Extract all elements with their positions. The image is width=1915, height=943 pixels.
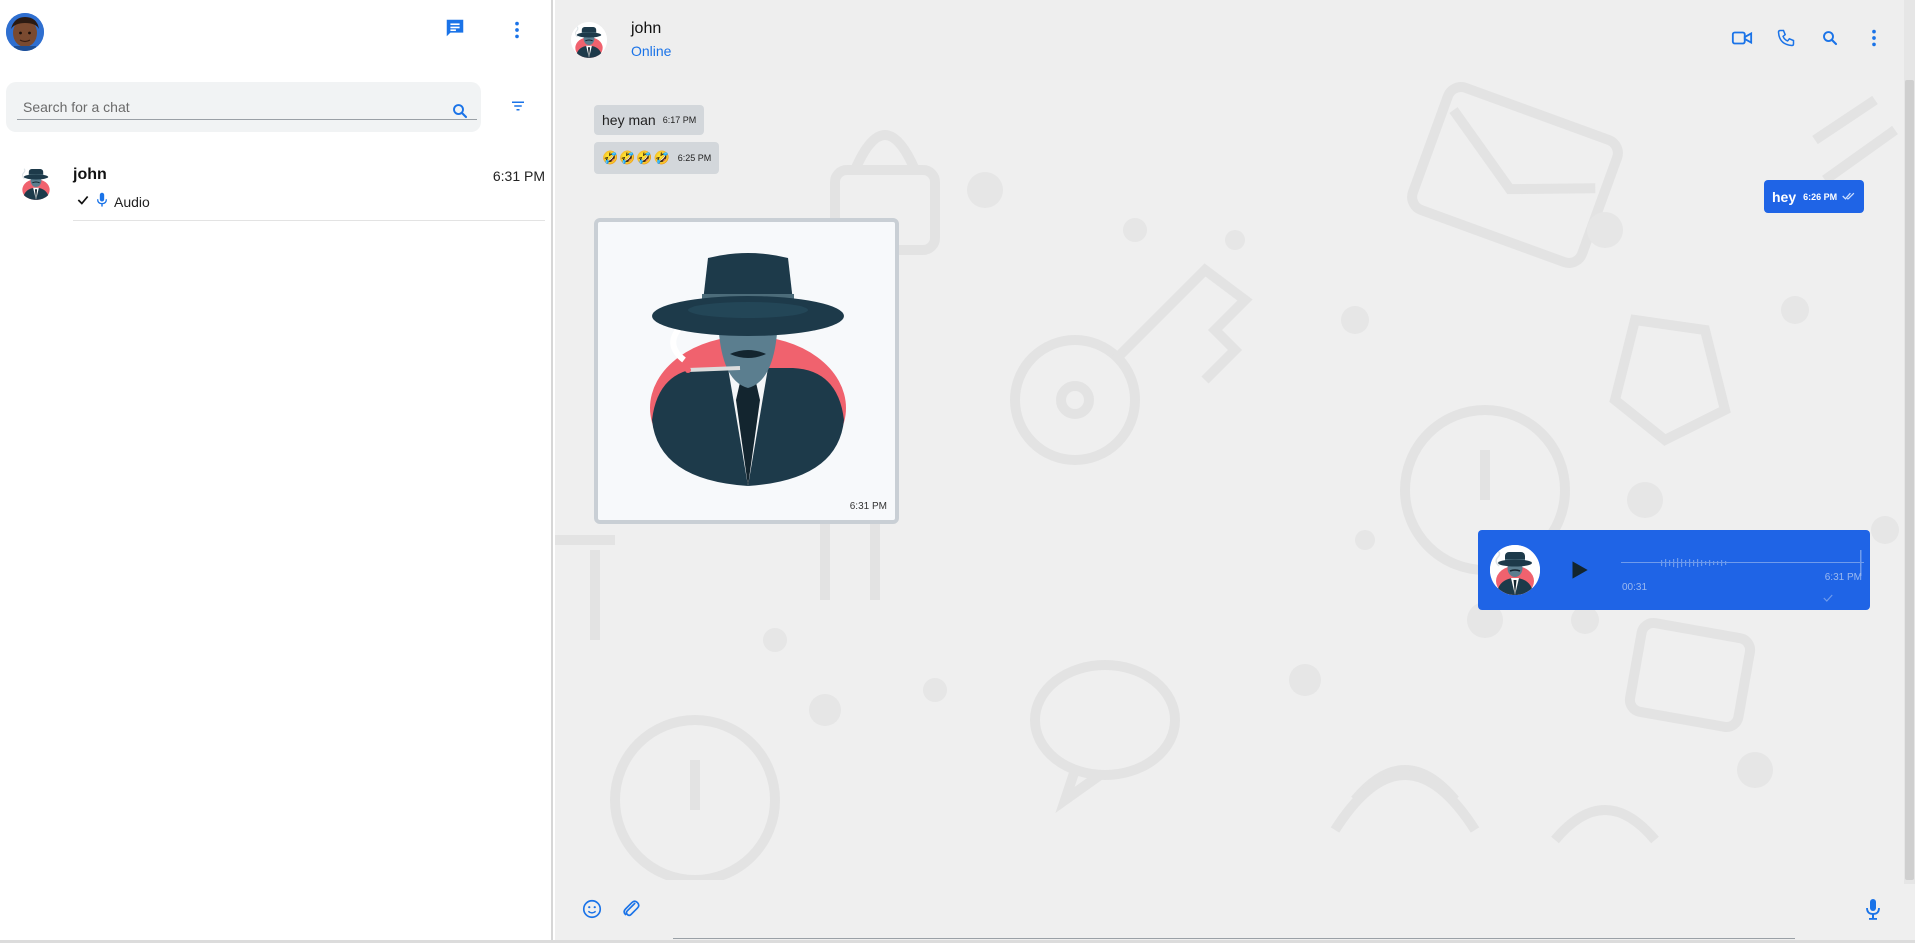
message-time: 6:26 PM [1803,191,1838,202]
voice-call-button[interactable] [1770,24,1802,56]
message-text: 🤣🤣🤣🤣 [602,150,671,165]
chat-icon [444,17,466,44]
chat-menu-button[interactable] [1858,24,1890,56]
microphone-icon [96,192,108,211]
chat-header: john Online [555,0,1915,80]
image-attachment [650,253,846,486]
message-text: hey man [602,112,656,128]
my-avatar[interactable] [6,13,44,51]
message-time: 6:25 PM [677,153,712,163]
attach-button[interactable] [616,896,646,926]
incoming-message[interactable]: hey man 6:17 PM [594,105,705,135]
chat-item-preview: Audio [76,192,150,211]
message-list[interactable]: hey man 6:17 PM 🤣🤣🤣🤣 6:25 PM hey 6:26 PM [555,80,1915,880]
message-input[interactable] [673,938,1795,939]
search-input[interactable] [17,94,477,120]
message-time: 6:31 PM [849,501,887,512]
check-icon [1822,590,1834,608]
record-audio-button[interactable] [1858,896,1888,926]
chat-list-panel: john 6:31 PM Audio [0,0,553,943]
scrollbar-thumb[interactable] [1905,80,1914,880]
emoji-button[interactable] [577,896,607,926]
video-camera-icon [1731,29,1753,52]
play-icon [1566,561,1592,587]
emoji-icon [581,898,603,925]
microphone-icon [1864,898,1882,925]
message-time: 6:31 PM [1824,572,1862,583]
message-text: hey [1772,188,1797,205]
audio-duration: 00:31 [1622,582,1648,593]
incoming-image-message[interactable]: 6:31 PM [594,218,899,524]
filter-icon [509,97,527,120]
contact-avatar[interactable] [571,22,607,58]
chat-list-item[interactable]: john 6:31 PM Audio [0,150,553,222]
play-button[interactable] [1566,557,1592,583]
incoming-message[interactable]: 🤣🤣🤣🤣 6:25 PM [594,142,720,174]
double-check-icon [1842,188,1856,206]
filter-button[interactable] [502,92,534,124]
contact-name[interactable]: john [631,20,661,38]
conversation-panel: john Online hey man 6:17 PM 🤣🤣🤣🤣 6:25 PM… [555,0,1915,943]
search-icon [1821,29,1839,52]
message-composer [555,880,1915,943]
contact-status: Online [631,43,672,59]
chat-item-name: john [73,166,107,183]
search-box [6,82,481,132]
sidebar-menu-button[interactable] [501,16,533,48]
paperclip-icon [620,898,642,925]
phone-icon [1776,28,1796,53]
sidebar-header [0,0,553,64]
search-messages-button[interactable] [1814,24,1846,56]
message-time: 6:17 PM [662,115,697,125]
chat-item-preview-text: Audio [114,193,150,210]
contact-avatar [18,164,54,200]
dots-vertical-icon [506,19,528,46]
new-chat-button[interactable] [439,14,471,46]
divider [73,220,545,221]
chat-item-time: 6:31 PM [492,168,545,184]
check-icon [76,193,90,210]
sender-avatar [1490,545,1540,595]
search-icon[interactable] [451,102,469,125]
outgoing-message[interactable]: hey 6:26 PM [1764,180,1865,213]
scrollbar[interactable] [1904,0,1915,884]
dots-vertical-icon [1863,27,1885,54]
outgoing-audio-message[interactable]: 00:31 6:31 PM [1478,530,1870,610]
video-call-button[interactable] [1726,24,1758,56]
